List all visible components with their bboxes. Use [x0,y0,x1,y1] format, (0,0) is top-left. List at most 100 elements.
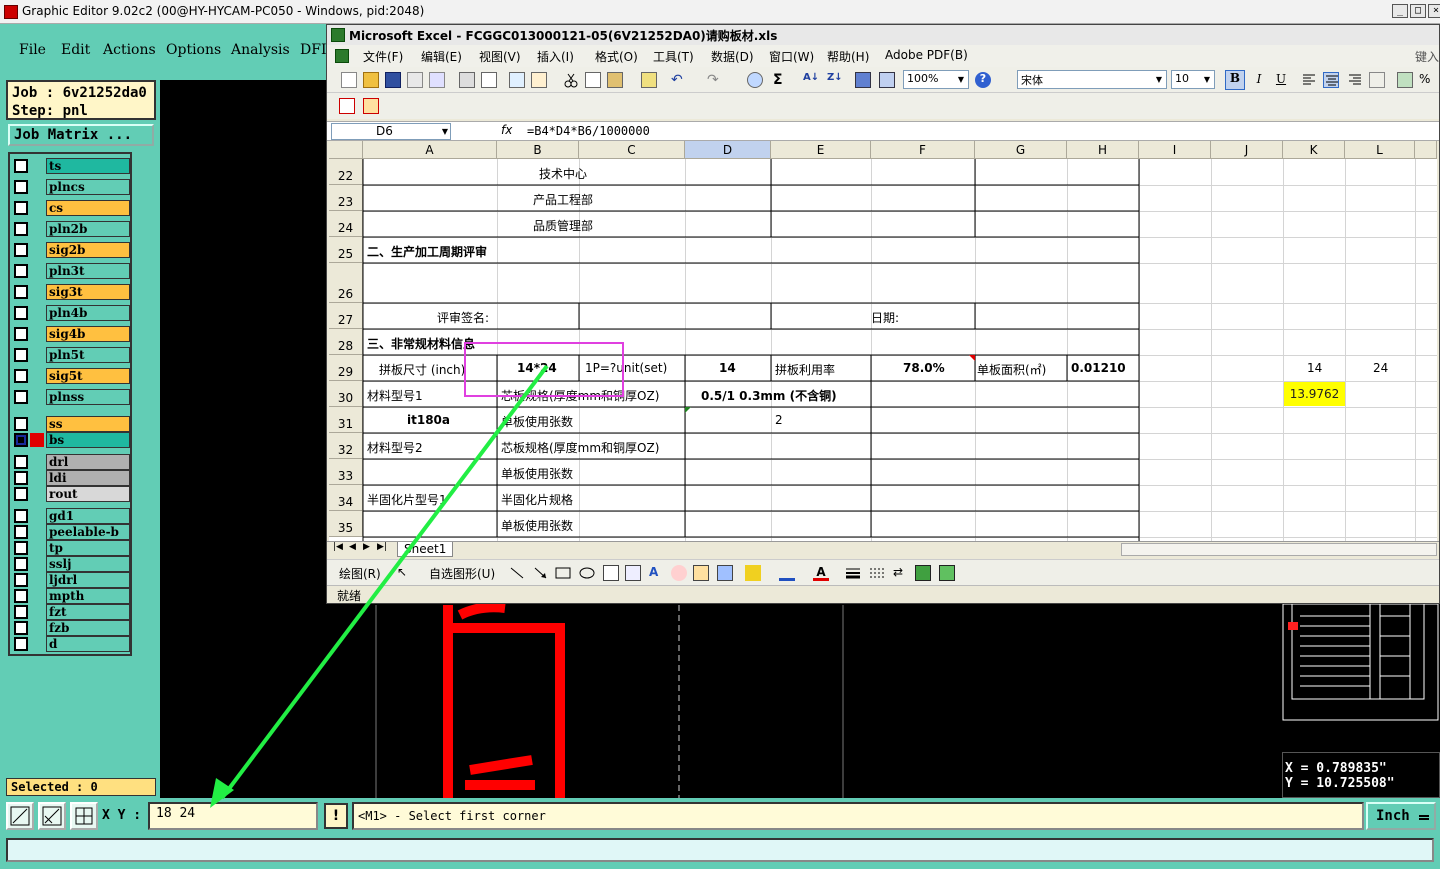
cell-b35[interactable]: 单板使用张数 [501,517,573,534]
sort-ascending-icon[interactable]: A↓ [803,72,819,88]
spelling-icon[interactable] [509,72,525,88]
layer-name[interactable]: d [46,636,130,652]
tab-prev-icon[interactable]: ◀ [349,542,356,552]
layer-name[interactable]: mpth [46,588,130,604]
cell-d31[interactable]: 2 [775,413,783,427]
layer-name[interactable]: peelable-b [46,524,130,540]
cell-l29[interactable]: 24 [1373,361,1388,375]
layer-name[interactable]: ldi [46,470,130,486]
cell-a30[interactable]: 材料型号1 [367,387,423,404]
job-matrix-button[interactable]: Job Matrix ... [8,124,154,146]
cell-b33[interactable]: 单板使用张数 [501,465,573,482]
percent-icon[interactable]: % [1419,72,1435,88]
xl-menu-file[interactable]: 文件(F) [363,48,403,65]
font-color-icon[interactable]: A [813,565,829,581]
measure-icon[interactable] [38,802,66,830]
research-icon[interactable] [531,72,547,88]
paste-icon[interactable] [607,72,623,88]
xl-menu-insert[interactable]: 插入(I) [537,48,574,65]
layer-checkbox[interactable] [14,487,28,501]
currency-icon[interactable] [1397,72,1413,88]
layer-row-ss[interactable]: ss [12,416,130,432]
layer-name[interactable]: gd1 [46,508,130,524]
line-style-icon[interactable] [845,565,861,581]
layer-checkbox[interactable] [14,264,28,278]
rectangle-icon[interactable] [555,565,571,581]
menu-file[interactable]: File [19,42,46,58]
layer-name[interactable]: sig3t [46,284,130,300]
layer-row-d[interactable]: d [12,636,130,652]
tab-next-icon[interactable]: ▶ [363,542,370,552]
cell-b30[interactable]: 芯板规格(厚度mm和铜厚OZ) [501,387,659,404]
line-icon[interactable] [509,565,525,581]
layer-row-sig5t[interactable]: sig5t [12,368,130,384]
pdf-convert-icon[interactable] [339,98,355,114]
layer-row-cs[interactable]: cs [12,200,130,216]
layer-name[interactable]: ts [46,158,130,174]
zoom-combo[interactable]: 100% ▼ [903,70,969,89]
menu-dfi[interactable]: DFI [300,42,326,58]
layer-name[interactable]: ljdrl [46,572,130,588]
autosum-icon[interactable]: Σ [773,72,789,88]
layer-row-pln4b[interactable]: pln4b [12,305,130,321]
wordart-icon[interactable]: A [649,565,665,581]
cell-r24-label[interactable]: 品质管理部 [533,217,593,234]
print-preview-icon[interactable] [481,72,497,88]
layer-row-sig3t[interactable]: sig3t [12,284,130,300]
sheet-tab-sheet1[interactable]: Sheet1 [397,542,454,557]
cell-f29[interactable]: 78.0% [903,361,945,375]
cell-r27-date[interactable]: 日期: [871,309,899,326]
layer-row-pln5t[interactable]: pln5t [12,347,130,363]
underline-icon[interactable]: U [1273,72,1289,88]
draw-menu[interactable]: 绘图(R) [339,565,381,582]
layer-checkbox[interactable] [14,243,28,257]
layer-checkbox[interactable] [14,306,28,320]
open-icon[interactable] [363,72,379,88]
menu-edit[interactable]: Edit [61,42,90,58]
font-combo[interactable]: 宋体 ▼ [1017,70,1167,89]
layer-name[interactable]: sslj [46,556,130,572]
layer-checkbox[interactable] [14,455,28,469]
drawing-toggle-icon[interactable] [879,72,895,88]
pdf-email-icon[interactable] [363,98,379,114]
menu-actions[interactable]: Actions [103,42,156,58]
layer-row-sig2b[interactable]: sig2b [12,242,130,258]
layer-row-bs[interactable]: bs [12,432,130,448]
layer-name[interactable]: pln3t [46,263,130,279]
layer-name[interactable]: pln2b [46,221,130,237]
layer-row-ts[interactable]: ts [12,158,130,174]
diagram-icon[interactable] [671,565,687,581]
cell-k30-highlight[interactable]: 13.9762 [1284,382,1345,406]
clipart-icon[interactable] [693,565,709,581]
layer-row-rout[interactable]: rout [12,486,130,502]
layer-checkbox[interactable] [14,159,28,173]
line-color-icon[interactable] [779,565,795,581]
cell-r28-heading[interactable]: 三、非常规材料信息 [367,335,475,352]
cell-e29[interactable]: 拼板利用率 [775,361,835,378]
copy-icon[interactable] [585,72,601,88]
xl-menu-format[interactable]: 格式(O) [595,48,638,65]
xl-menu-data[interactable]: 数据(D) [711,48,754,65]
layer-checkbox[interactable] [14,369,28,383]
layer-name[interactable]: tp [46,540,130,556]
oval-icon[interactable] [579,565,595,581]
layer-name[interactable]: drl [46,454,130,470]
xl-help-box[interactable]: 键入 [1415,48,1439,65]
layer-name[interactable]: sig2b [46,242,130,258]
print-icon[interactable] [459,72,475,88]
cell-r22-label[interactable]: 技术中心 [539,165,587,182]
formula-input[interactable]: =B4*D4*B6/1000000 [527,124,650,138]
layer-row-ldi[interactable]: ldi [12,470,130,486]
align-left-icon[interactable] [1301,72,1317,88]
format-painter-icon[interactable] [641,72,657,88]
layer-checkbox[interactable] [14,471,28,485]
email-icon[interactable] [429,72,445,88]
layer-name[interactable]: bs [46,432,130,448]
cell-r25-heading[interactable]: 二、生产加工周期评审 [367,243,487,260]
layer-checkbox[interactable] [14,180,28,194]
picture-icon[interactable] [717,565,733,581]
font-size-combo[interactable]: 10 ▼ [1171,70,1215,89]
layer-name[interactable]: plncs [46,179,130,195]
redo-icon[interactable]: ↷ [707,72,723,88]
layer-row-pln2b[interactable]: pln2b [12,221,130,237]
